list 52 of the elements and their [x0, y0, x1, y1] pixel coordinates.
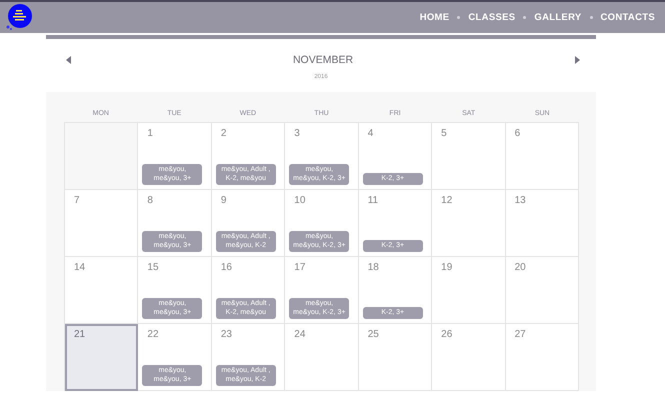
day-cell[interactable]: 13 — [506, 190, 579, 257]
day-cell[interactable]: 21 — [65, 324, 138, 391]
day-cell[interactable]: 24 — [285, 324, 359, 391]
nav-link[interactable]: GALLERY — [534, 12, 582, 23]
day-number: 18 — [368, 262, 379, 273]
day-cell[interactable] — [65, 123, 138, 190]
separator-dot-icon — [457, 16, 460, 19]
day-number: 21 — [74, 329, 86, 340]
separator-dot-icon — [523, 16, 526, 19]
day-number: 5 — [441, 128, 447, 139]
day-cell[interactable]: 19 — [432, 257, 506, 324]
day-number: 17 — [294, 262, 306, 273]
next-arrow-icon[interactable] — [575, 56, 580, 64]
day-cell[interactable]: 6 — [506, 123, 579, 190]
day-number: 20 — [514, 262, 526, 273]
day-cell[interactable]: 12 — [432, 190, 506, 257]
day-number: 23 — [220, 329, 232, 340]
day-number: 6 — [514, 128, 520, 139]
day-number: 11 — [368, 195, 378, 206]
day-cell[interactable]: 26 — [432, 324, 506, 391]
logo-icon[interactable] — [4, 3, 34, 32]
day-number: 15 — [147, 262, 159, 273]
day-number: 27 — [514, 329, 526, 340]
day-number: 10 — [294, 195, 306, 206]
day-number: 12 — [441, 195, 452, 206]
day-number: 1 — [147, 128, 153, 139]
day-cell[interactable]: 7 — [65, 190, 138, 257]
day-number: 4 — [368, 128, 374, 139]
day-number: 16 — [220, 262, 232, 273]
month-title: NOVEMBER — [292, 54, 354, 66]
nav-link[interactable]: HOME — [420, 12, 450, 23]
day-cell[interactable]: 25 — [358, 324, 432, 391]
day-number: 8 — [147, 195, 153, 206]
previous-arrow-icon[interactable] — [66, 56, 71, 64]
day-number: 14 — [74, 262, 86, 273]
day-number: 19 — [441, 262, 452, 273]
day-cell[interactable]: 20 — [506, 257, 579, 324]
nav-link[interactable]: CLASSES — [468, 12, 516, 23]
day-number: 7 — [74, 195, 80, 206]
day-number: 2 — [220, 128, 226, 139]
day-number: 22 — [147, 329, 159, 340]
separator-dot-icon — [590, 16, 593, 19]
day-number: 25 — [368, 329, 379, 340]
day-number: 13 — [514, 195, 526, 206]
day-number: 26 — [441, 329, 452, 340]
day-number: 9 — [220, 195, 226, 206]
day-cell[interactable]: 14 — [65, 257, 138, 324]
day-cell[interactable]: 5 — [432, 123, 506, 190]
day-number: 3 — [294, 128, 300, 139]
day-number: 24 — [294, 329, 306, 340]
day-cell[interactable]: 27 — [506, 324, 579, 391]
nav-link[interactable]: CONTACTS — [600, 12, 655, 23]
